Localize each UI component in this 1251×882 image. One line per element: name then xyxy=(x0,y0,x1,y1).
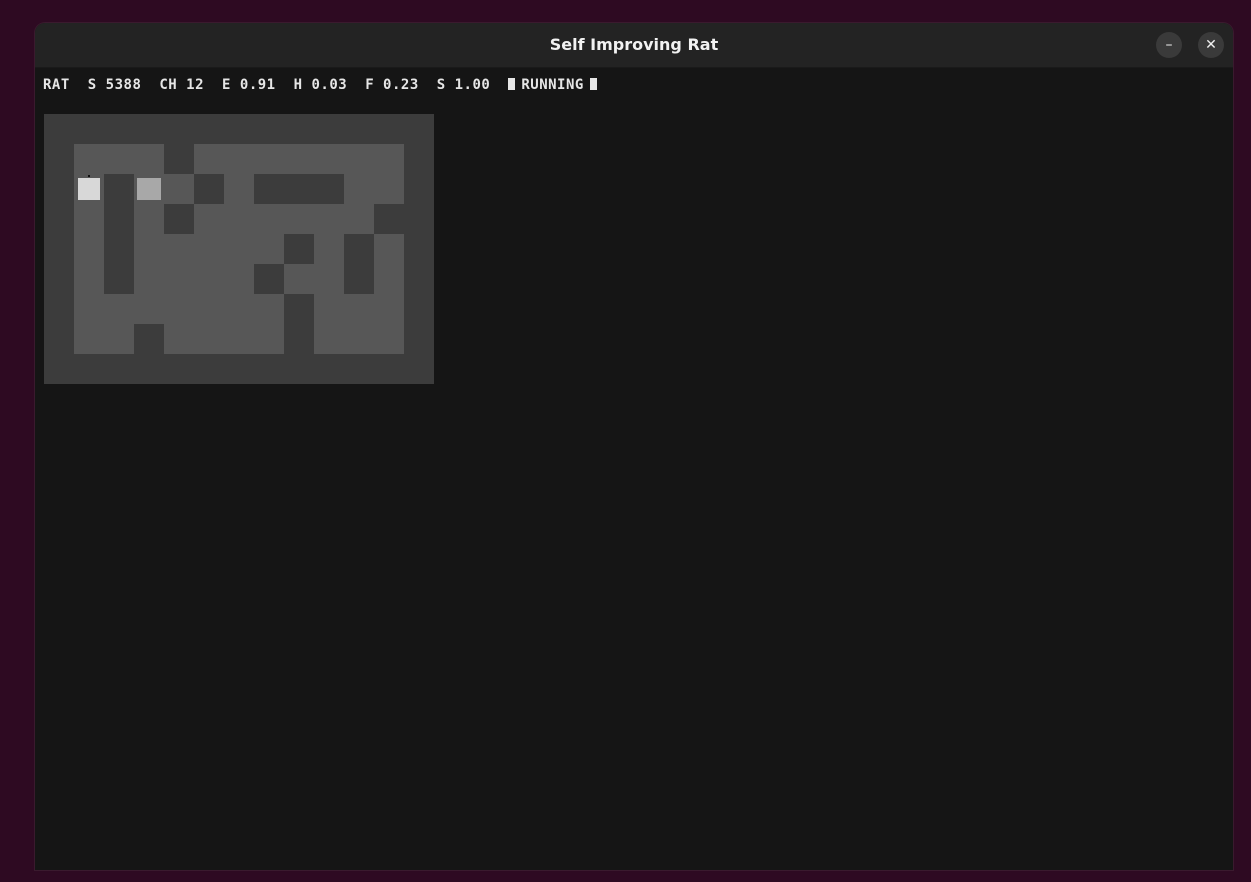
maze-path-cell xyxy=(284,264,314,294)
maze-path-cell xyxy=(374,144,404,174)
maze-path-cell xyxy=(134,204,164,234)
maze-path-cell xyxy=(314,294,344,324)
maze-path-cell xyxy=(224,324,254,354)
maze-path-cell xyxy=(104,294,134,324)
maze-path-cell xyxy=(194,204,224,234)
maze-path-cell xyxy=(134,294,164,324)
maze-path-cell xyxy=(344,294,374,324)
hud-h: H 0.03 xyxy=(293,77,348,93)
maze-path-cell xyxy=(224,264,254,294)
maze-path-cell xyxy=(254,294,284,324)
maze-path-cell xyxy=(344,174,374,204)
maze-path-cell xyxy=(314,264,344,294)
maze-path-cell xyxy=(164,264,194,294)
status-hud: RAT S 5388 CH 12 E 0.91 H 0.03 F 0.23 S 1.00 RU… xyxy=(43,75,597,95)
maze-path-cell xyxy=(254,144,284,174)
status-block-right-icon xyxy=(589,78,597,90)
maze-path-cell xyxy=(164,294,194,324)
maze-path-cell xyxy=(134,144,164,174)
app-window: Self Improving Rat – ✕ RAT S 5388 CH 12 E 0… xyxy=(35,23,1233,870)
maze-path-cell xyxy=(254,324,284,354)
maze-path-cell xyxy=(194,324,224,354)
maze-path-cell xyxy=(194,234,224,264)
maze-path-cell xyxy=(374,294,404,324)
maze-path-cell xyxy=(374,264,404,294)
maze-path-cell xyxy=(374,174,404,204)
maze-path-cell xyxy=(194,294,224,324)
maze-path-cell xyxy=(194,144,224,174)
maze-path-cell xyxy=(254,204,284,234)
maze-path-cell xyxy=(314,234,344,264)
maze-path-cell xyxy=(224,204,254,234)
maze-path-cell xyxy=(314,144,344,174)
hud-f: F 0.23 xyxy=(365,77,419,93)
maze-path-cell xyxy=(314,204,344,234)
hud-s: S 1.00 xyxy=(436,77,491,93)
status-text: RUNNING xyxy=(521,77,584,93)
maze-path-cell xyxy=(224,234,254,264)
maze-path-cell xyxy=(104,324,134,354)
maze-path-cell xyxy=(314,324,344,354)
maze-path-cell xyxy=(374,324,404,354)
maze-path-cell xyxy=(344,144,374,174)
maze-path-cell xyxy=(254,234,284,264)
maze-path-cell xyxy=(164,174,194,204)
maze-path-cell xyxy=(374,234,404,264)
maze-path-cell xyxy=(224,294,254,324)
maze-path-cell xyxy=(224,144,254,174)
maze-path-cell xyxy=(284,204,314,234)
window-title: Self Improving Rat xyxy=(549,35,719,54)
goal-marker-icon xyxy=(137,178,161,200)
maze-path-cell xyxy=(194,264,224,294)
maze-path-cell xyxy=(74,204,104,234)
maze-path-cell xyxy=(344,204,374,234)
hud-ch: CH 12 xyxy=(159,77,205,93)
hud-status: RUNNING xyxy=(508,77,597,93)
hud-e: E 0.91 xyxy=(222,77,276,93)
maze-canvas xyxy=(44,114,434,384)
maze-path-cell xyxy=(134,264,164,294)
maze-path-cell xyxy=(74,234,104,264)
title-bar[interactable]: Self Improving Rat – ✕ xyxy=(35,23,1233,68)
maze-path-cell xyxy=(224,174,254,204)
maze-path-cell xyxy=(164,234,194,264)
rat-heading-marker xyxy=(88,175,90,177)
maze-path-cell xyxy=(344,324,374,354)
maze-path-cell xyxy=(104,144,134,174)
minimize-button[interactable]: – xyxy=(1156,32,1182,58)
maze-path-cell xyxy=(74,294,104,324)
maze-path-cell xyxy=(74,144,104,174)
hud-name: RAT xyxy=(43,77,70,93)
maze-path-cell xyxy=(284,144,314,174)
status-block-left-icon xyxy=(508,78,516,90)
maze-path-cell xyxy=(74,324,104,354)
hud-steps: S 5388 xyxy=(87,77,142,93)
rat-agent-icon xyxy=(78,178,100,200)
maze-path-cell xyxy=(164,324,194,354)
maze-path-cell xyxy=(74,264,104,294)
maze-path-cell xyxy=(134,234,164,264)
close-button[interactable]: ✕ xyxy=(1198,32,1224,58)
